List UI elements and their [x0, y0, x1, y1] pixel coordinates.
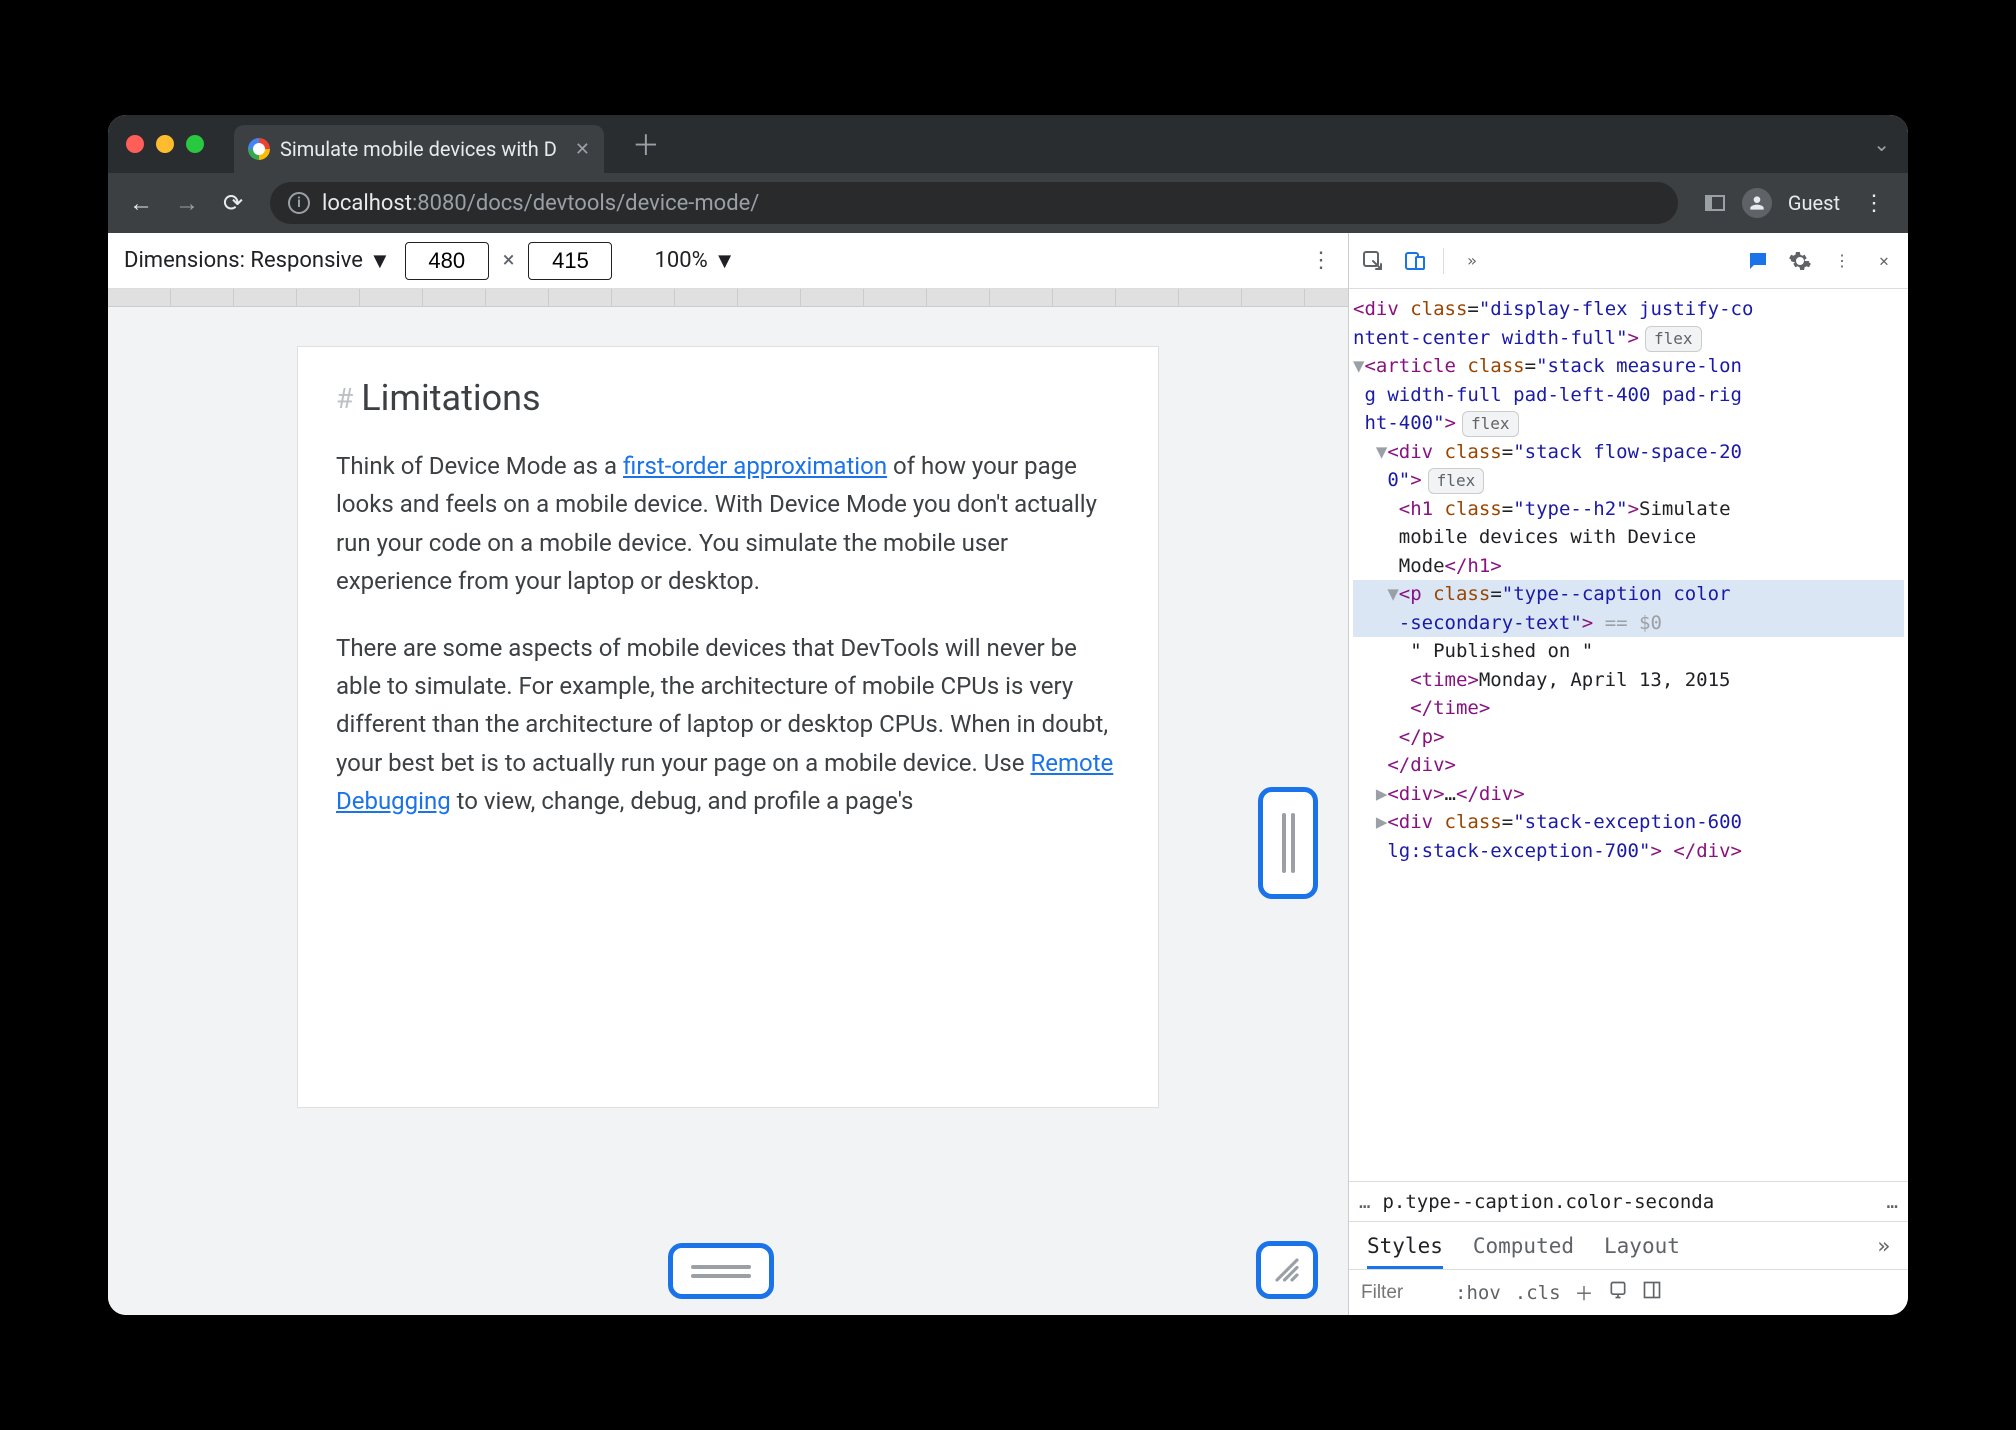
dropdown-caret-icon: ▼ [369, 248, 391, 274]
dom-node[interactable]: </p> [1353, 723, 1904, 752]
device-mode-pane: Dimensions: Responsive ▼ × 100% ▼ ⋮ # Li… [108, 233, 1348, 1315]
breadcrumb[interactable]: … p.type--caption.color-seconda … [1349, 1181, 1908, 1221]
dimensions-dropdown[interactable]: Dimensions: Responsive ▼ [124, 248, 391, 274]
side-panel-button[interactable] [1696, 184, 1734, 222]
dropdown-caret-icon: ▼ [714, 248, 736, 274]
maximize-window-button[interactable] [186, 135, 204, 153]
crumb-selected[interactable]: p.type--caption.color-seconda [1382, 1191, 1714, 1213]
dom-node[interactable]: <time>Monday, April 13, 2015 [1353, 666, 1904, 695]
dom-node[interactable]: " Published on " [1353, 637, 1904, 666]
ruler[interactable] [108, 289, 1348, 307]
dom-node[interactable]: mobile devices with Device [1353, 523, 1904, 552]
dom-node-selected[interactable]: -secondary-text"> == $0 [1353, 609, 1904, 638]
minimize-window-button[interactable] [156, 135, 174, 153]
dom-node[interactable]: g width-full pad-left-400 pad-rig [1353, 381, 1904, 410]
more-tabs-icon[interactable]: » [1877, 1234, 1890, 1258]
zoom-value: 100% [654, 248, 707, 273]
chat-icon[interactable] [1744, 247, 1772, 275]
dom-node-selected[interactable]: ▼<p class="type--caption color [1353, 580, 1904, 609]
close-tab-button[interactable]: ✕ [575, 139, 590, 160]
device-icon[interactable] [1608, 1280, 1628, 1305]
first-order-link[interactable]: first-order approximation [623, 452, 887, 480]
device-viewport: # Limitations Think of Device Mode as a … [108, 307, 1348, 1315]
dom-node[interactable]: Mode</h1> [1353, 552, 1904, 581]
tab-styles[interactable]: Styles [1367, 1234, 1443, 1269]
height-input[interactable] [528, 242, 612, 280]
zoom-dropdown[interactable]: 100% ▼ [654, 248, 735, 274]
window-controls [126, 135, 204, 153]
styles-filter-input[interactable] [1361, 1282, 1441, 1304]
resize-handle-right[interactable] [1258, 787, 1318, 899]
reload-button[interactable]: ⟳ [214, 184, 252, 222]
more-tabs-button[interactable]: » [1458, 247, 1486, 275]
new-style-rule-button[interactable]: ＋ [1575, 1279, 1594, 1306]
device-options-button[interactable]: ⋮ [1310, 248, 1332, 273]
simulated-page[interactable]: # Limitations Think of Device Mode as a … [298, 347, 1158, 1107]
dom-node[interactable]: ntent-center width-full">flex [1353, 324, 1904, 353]
back-button[interactable]: ← [122, 184, 160, 222]
site-info-icon[interactable]: i [288, 192, 310, 214]
crumb-overflow-left[interactable]: … [1359, 1191, 1370, 1213]
browser-tab[interactable]: Simulate mobile devices with D ✕ [234, 125, 604, 173]
settings-gear-icon[interactable] [1786, 247, 1814, 275]
browser-window: Simulate mobile devices with D ✕ ＋ ⌄ ← →… [108, 115, 1908, 1315]
paragraph: There are some aspects of mobile devices… [336, 629, 1120, 821]
tab-computed[interactable]: Computed [1473, 1234, 1574, 1258]
url-path: :8080/docs/devtools/device-mode/ [412, 191, 759, 216]
dom-node[interactable]: ht-400">flex [1353, 409, 1904, 438]
resize-handle-bottom[interactable] [668, 1243, 774, 1299]
tabs-dropdown-icon[interactable]: ⌄ [1873, 132, 1890, 156]
close-window-button[interactable] [126, 135, 144, 153]
inspect-element-button[interactable] [1359, 247, 1387, 275]
dimension-separator: × [503, 248, 515, 273]
elements-tree[interactable]: <div class="display-flex justify-co nten… [1349, 289, 1908, 1181]
devtools-toolbar: » ⋮ ✕ [1349, 233, 1908, 289]
width-input[interactable] [405, 242, 489, 280]
dom-node[interactable]: <h1 class="type--h2">Simulate [1353, 495, 1904, 524]
heading-anchor-icon[interactable]: # [336, 382, 353, 415]
device-toggle-button[interactable] [1401, 247, 1429, 275]
separator [1443, 248, 1444, 274]
styles-filter-bar: :hov .cls ＋ [1349, 1269, 1908, 1315]
heading-text: Limitations [361, 377, 540, 419]
browser-menu-button[interactable]: ⋮ [1856, 184, 1894, 222]
dom-node[interactable]: 0">flex [1353, 466, 1904, 495]
tab-layout[interactable]: Layout [1604, 1234, 1680, 1258]
page-heading: # Limitations [336, 377, 1120, 419]
dimensions-label: Dimensions: Responsive [124, 248, 363, 273]
browser-toolbar: ← → ⟳ i localhost:8080/docs/devtools/dev… [108, 173, 1908, 233]
cls-toggle[interactable]: .cls [1515, 1282, 1561, 1304]
dom-node[interactable]: </div> [1353, 751, 1904, 780]
resize-handle-corner[interactable] [1256, 1241, 1318, 1299]
chrome-favicon-icon [248, 138, 270, 160]
hov-toggle[interactable]: :hov [1455, 1282, 1501, 1304]
content-area: Dimensions: Responsive ▼ × 100% ▼ ⋮ # Li… [108, 233, 1908, 1315]
url-host: localhost [322, 191, 412, 216]
devtools-menu-button[interactable]: ⋮ [1828, 247, 1856, 275]
tab-title: Simulate mobile devices with D [280, 137, 557, 161]
dom-node[interactable]: ▼<article class="stack measure-lon [1353, 352, 1904, 381]
dom-node[interactable]: ▶<div>…</div> [1353, 780, 1904, 809]
side-panel-icon [1705, 195, 1725, 211]
forward-button[interactable]: → [168, 184, 206, 222]
titlebar: Simulate mobile devices with D ✕ ＋ ⌄ [108, 115, 1908, 173]
paragraph: Think of Device Mode as a first-order ap… [336, 447, 1120, 601]
profile-avatar[interactable] [1742, 188, 1772, 218]
panel-layout-icon[interactable] [1642, 1280, 1662, 1305]
new-tab-button[interactable]: ＋ [632, 124, 660, 164]
styles-tabs: Styles Computed Layout » [1349, 1221, 1908, 1269]
dom-node[interactable]: ▶<div class="stack-exception-600 [1353, 808, 1904, 837]
profile-label: Guest [1788, 191, 1840, 215]
close-devtools-button[interactable]: ✕ [1870, 247, 1898, 275]
address-bar[interactable]: i localhost:8080/docs/devtools/device-mo… [270, 182, 1678, 224]
devtools-panel: » ⋮ ✕ <div class="display-flex justify-c… [1348, 233, 1908, 1315]
crumb-overflow-right[interactable]: … [1887, 1191, 1898, 1213]
dom-node[interactable]: </time> [1353, 694, 1904, 723]
device-toolbar: Dimensions: Responsive ▼ × 100% ▼ ⋮ [108, 233, 1348, 289]
dom-node[interactable]: <div class="display-flex justify-co [1353, 295, 1904, 324]
dom-node[interactable]: lg:stack-exception-700"> </div> [1353, 837, 1904, 866]
dom-node[interactable]: ▼<div class="stack flow-space-20 [1353, 438, 1904, 467]
